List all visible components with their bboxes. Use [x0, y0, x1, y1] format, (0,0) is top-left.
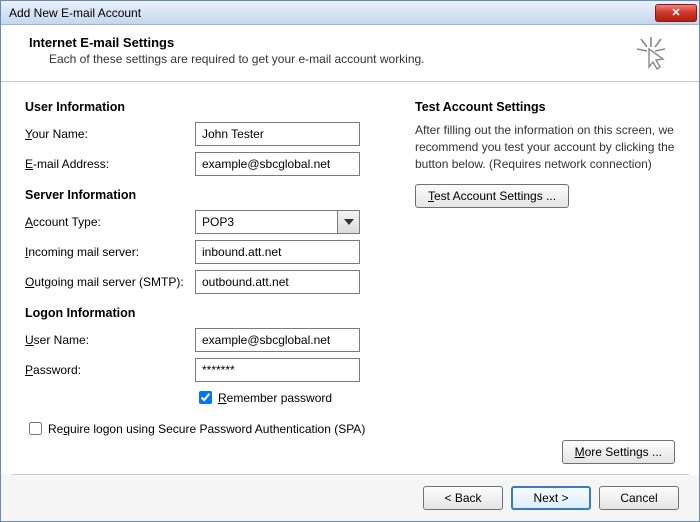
test-account-button[interactable]: Test Account Settings ...: [415, 184, 569, 208]
window-title: Add New E-mail Account: [9, 6, 141, 20]
dialog-window: Add New E-mail Account ✕ Internet E-mail…: [0, 0, 700, 522]
input-email[interactable]: [195, 152, 360, 176]
back-button[interactable]: < Back: [423, 486, 503, 510]
label-spa: Require logon using Secure Password Auth…: [48, 422, 365, 436]
select-account-type[interactable]: POP3: [195, 210, 360, 234]
test-settings-desc: After filling out the information on thi…: [415, 122, 675, 172]
close-icon: ✕: [671, 6, 680, 19]
row-email: E-mail Address:: [25, 152, 395, 176]
checkbox-remember[interactable]: [199, 391, 212, 404]
header-subtitle: Each of these settings are required to g…: [29, 52, 425, 66]
row-account-type: Account Type: POP3: [25, 210, 395, 234]
user-info-title: User Information: [25, 100, 395, 114]
input-outgoing[interactable]: [195, 270, 360, 294]
more-settings-wrap: More Settings ...: [562, 440, 675, 464]
cancel-button[interactable]: Cancel: [599, 486, 679, 510]
row-your-name: Your Name:: [25, 122, 395, 146]
label-password: Password:: [25, 363, 195, 377]
next-button[interactable]: Next >: [511, 486, 591, 510]
row-spa: Require logon using Secure Password Auth…: [25, 419, 395, 438]
input-incoming[interactable]: [195, 240, 360, 264]
label-remember: Remember password: [218, 391, 332, 405]
select-account-type-value: POP3: [196, 215, 337, 229]
footer: < Back Next > Cancel: [1, 475, 699, 521]
row-password: Password:: [25, 358, 395, 382]
header-title: Internet E-mail Settings: [29, 35, 425, 50]
more-settings-button[interactable]: More Settings ...: [562, 440, 675, 464]
test-settings-title: Test Account Settings: [415, 100, 675, 114]
cursor-star-icon: [633, 35, 669, 71]
input-username[interactable]: [195, 328, 360, 352]
row-username: User Name:: [25, 328, 395, 352]
input-password[interactable]: [195, 358, 360, 382]
header-section: Internet E-mail Settings Each of these s…: [1, 25, 699, 82]
label-your-name: Your Name:: [25, 127, 195, 141]
label-incoming: Incoming mail server:: [25, 245, 195, 259]
server-info-title: Server Information: [25, 188, 395, 202]
label-outgoing: Outgoing mail server (SMTP):: [25, 275, 195, 289]
input-your-name[interactable]: [195, 122, 360, 146]
label-username: User Name:: [25, 333, 195, 347]
row-remember: Remember password: [25, 388, 395, 407]
logon-info-title: Logon Information: [25, 306, 395, 320]
row-outgoing: Outgoing mail server (SMTP):: [25, 270, 395, 294]
header-text: Internet E-mail Settings Each of these s…: [29, 35, 425, 66]
label-email: E-mail Address:: [25, 157, 195, 171]
content-area: User Information Your Name: E-mail Addre…: [1, 82, 699, 474]
checkbox-spa[interactable]: [29, 422, 42, 435]
chevron-down-icon: [337, 211, 359, 233]
close-button[interactable]: ✕: [655, 4, 697, 22]
right-column: Test Account Settings After filling out …: [395, 100, 675, 464]
label-account-type: Account Type:: [25, 215, 195, 229]
left-column: User Information Your Name: E-mail Addre…: [25, 100, 395, 464]
row-incoming: Incoming mail server:: [25, 240, 395, 264]
titlebar: Add New E-mail Account ✕: [1, 1, 699, 25]
